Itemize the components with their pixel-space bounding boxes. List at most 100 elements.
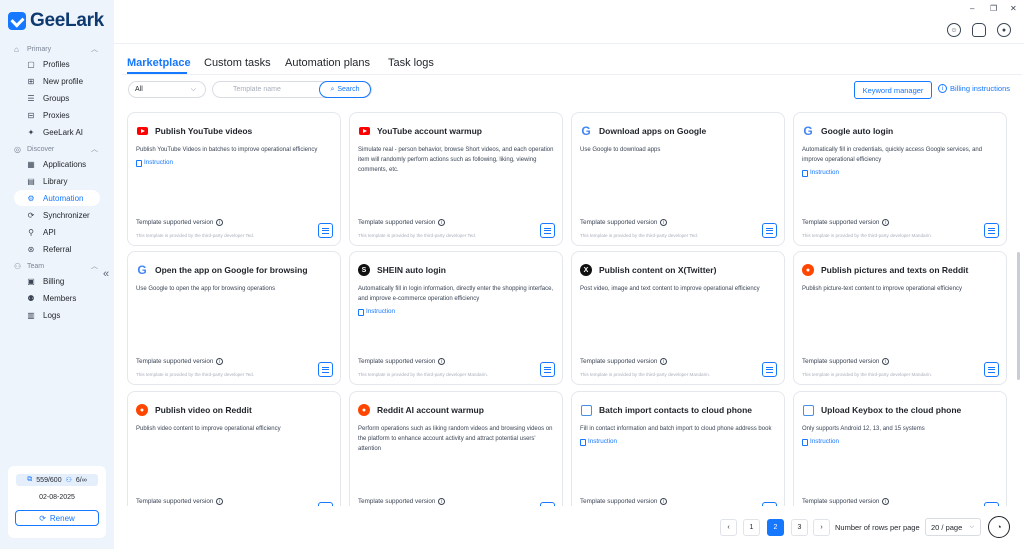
- info-icon[interactable]: i: [438, 219, 446, 226]
- card-details-button[interactable]: [318, 502, 333, 506]
- card-details-button[interactable]: [762, 362, 777, 377]
- sidebar-section-discover[interactable]: ◎ Discover ︿: [0, 141, 114, 157]
- instruction-link-label: Instruction: [366, 308, 396, 315]
- close-button[interactable]: ✕: [1010, 4, 1017, 13]
- sidebar-item-label: Groups: [43, 93, 70, 103]
- supported-version: Template supported version i: [358, 498, 446, 505]
- supported-version: Template supported version i: [136, 358, 224, 365]
- sidebar-item-geelark-ai[interactable]: ✦ GeeLark AI: [14, 124, 100, 140]
- template-card[interactable]: G Download apps on Google Use Google to do…: [571, 112, 785, 246]
- instruction-link[interactable]: Instruction: [802, 437, 1000, 447]
- card-header: ● Publish video on Reddit: [136, 404, 252, 416]
- template-card[interactable]: YouTube account warmup Simulate real - pe…: [349, 112, 563, 246]
- keyword-manager-button[interactable]: Keyword manager: [854, 81, 932, 99]
- billing-icon: ▣: [27, 276, 35, 286]
- template-card[interactable]: ● Reddit AI account warmup Perform operati…: [349, 391, 563, 506]
- sidebar-item-referral[interactable]: ⊛ Referral: [14, 241, 100, 257]
- template-card[interactable]: Upload Keybox to the cloud phone Only sup…: [793, 391, 1007, 506]
- template-card[interactable]: X Publish content on X(Twitter) Post video…: [571, 251, 785, 385]
- library-icon: ▤: [27, 176, 35, 186]
- info-icon[interactable]: i: [660, 358, 668, 365]
- renew-button[interactable]: ⟳ Renew: [15, 510, 99, 526]
- info-icon[interactable]: i: [882, 358, 890, 365]
- info-icon[interactable]: i: [438, 498, 446, 505]
- info-icon[interactable]: i: [216, 498, 224, 505]
- tab-automation-plans[interactable]: Automation plans: [285, 57, 370, 69]
- maximize-button[interactable]: ❐: [990, 4, 997, 13]
- app-name: GeeLark: [30, 10, 104, 31]
- search-button[interactable]: ⌕ Search: [319, 81, 371, 98]
- instruction-link[interactable]: Instruction: [136, 158, 334, 168]
- sidebar-item-logs[interactable]: ▥ Logs: [14, 307, 100, 323]
- card-details-button[interactable]: [762, 502, 777, 506]
- category-select[interactable]: All ⌵: [128, 81, 206, 98]
- user-avatar-icon[interactable]: ●: [997, 23, 1011, 37]
- sidebar-item-profiles[interactable]: ▢ Profiles: [14, 56, 100, 72]
- template-card[interactable]: G Google auto login Automatically fill in …: [793, 112, 1007, 246]
- card-details-button[interactable]: [540, 502, 555, 506]
- template-card[interactable]: Publish YouTube videos Publish YouTube Vi…: [127, 112, 341, 246]
- sidebar-item-groups[interactable]: ☰ Groups: [14, 90, 100, 106]
- chevron-up-icon: ︿: [91, 46, 98, 53]
- sidebar-item-members[interactable]: ⚉ Members: [14, 290, 100, 306]
- page-1-button[interactable]: 1: [743, 519, 760, 536]
- home-icon: ⌂: [14, 44, 19, 54]
- help-assistant-button[interactable]: ◔: [988, 516, 1010, 538]
- info-icon[interactable]: i: [216, 219, 224, 226]
- info-icon[interactable]: i: [438, 358, 446, 365]
- card-description: Post video, image and text content to im…: [580, 286, 760, 292]
- tab-marketplace[interactable]: Marketplace: [127, 57, 191, 69]
- sidebar-item-automation[interactable]: ⚙ Automation: [14, 190, 100, 206]
- template-card[interactable]: G Open the app on Google for browsing Use …: [127, 251, 341, 385]
- page-2-button[interactable]: 2: [767, 519, 784, 536]
- x-twitter-icon: X: [580, 264, 592, 276]
- instruction-link[interactable]: Instruction: [802, 168, 1000, 178]
- info-icon[interactable]: i: [216, 358, 224, 365]
- geelark-logo: GeeLark: [8, 10, 104, 32]
- sidebar-item-synchronizer[interactable]: ⟳ Synchronizer: [14, 207, 100, 223]
- sidebar-section-team[interactable]: ⚇ Team ︿: [0, 258, 114, 274]
- prev-page-button[interactable]: ‹: [720, 519, 737, 536]
- sidebar-item-new-profile[interactable]: ⊞ New profile: [14, 73, 100, 89]
- sidebar-item-api[interactable]: ⚲ API: [14, 224, 100, 240]
- tab-custom-tasks[interactable]: Custom tasks: [204, 57, 271, 69]
- template-card[interactable]: ● Publish pictures and texts on Reddit Pub…: [793, 251, 1007, 385]
- card-details-button[interactable]: [984, 502, 999, 506]
- card-details-button[interactable]: [318, 223, 333, 238]
- template-card[interactable]: S SHEIN auto login Automatically fill in l…: [349, 251, 563, 385]
- card-details-button[interactable]: [540, 223, 555, 238]
- sidebar-item-library[interactable]: ▤ Library: [14, 173, 100, 189]
- support-icon[interactable]: ☺: [947, 23, 961, 37]
- template-card[interactable]: Batch import contacts to cloud phone Fill…: [571, 391, 785, 506]
- cloud-phone-icon: [580, 404, 592, 416]
- reddit-icon: ●: [136, 404, 148, 416]
- notification-bell-icon[interactable]: [972, 23, 986, 37]
- sidebar-section-primary[interactable]: ⌂ Primary ︿: [0, 41, 114, 57]
- instruction-link[interactable]: Instruction: [580, 437, 778, 447]
- rows-per-page-select[interactable]: 20 / page ⌵: [925, 518, 981, 536]
- billing-instructions-link[interactable]: i Billing instructions: [938, 84, 1010, 93]
- minimize-button[interactable]: –: [970, 4, 974, 13]
- next-page-button[interactable]: ›: [813, 519, 830, 536]
- info-icon[interactable]: i: [882, 219, 890, 226]
- page-3-button[interactable]: 3: [791, 519, 808, 536]
- info-icon[interactable]: i: [660, 498, 668, 505]
- tab-task-logs[interactable]: Task logs: [388, 57, 434, 69]
- document-icon: [802, 169, 808, 177]
- card-details-button[interactable]: [984, 223, 999, 238]
- card-details-button[interactable]: [540, 362, 555, 377]
- card-details-button[interactable]: [762, 223, 777, 238]
- info-icon[interactable]: i: [660, 219, 668, 226]
- collapse-sidebar-icon[interactable]: «: [103, 268, 109, 280]
- template-card[interactable]: ● Publish video on Reddit Publish video co…: [127, 391, 341, 506]
- card-details-button[interactable]: [318, 362, 333, 377]
- sidebar-item-applications[interactable]: ▦ Applications: [14, 156, 100, 172]
- card-details-button[interactable]: [984, 362, 999, 377]
- scrollbar[interactable]: [1017, 252, 1020, 380]
- instruction-link[interactable]: Instruction: [358, 307, 556, 317]
- provider-note: This template is provided by the third-p…: [802, 233, 932, 238]
- sidebar-item-billing[interactable]: ▣ Billing: [14, 273, 100, 289]
- card-description-block: Publish YouTube Videos in batches to imp…: [136, 145, 334, 168]
- sidebar-item-proxies[interactable]: ⊟ Proxies: [14, 107, 100, 123]
- info-icon[interactable]: i: [882, 498, 890, 505]
